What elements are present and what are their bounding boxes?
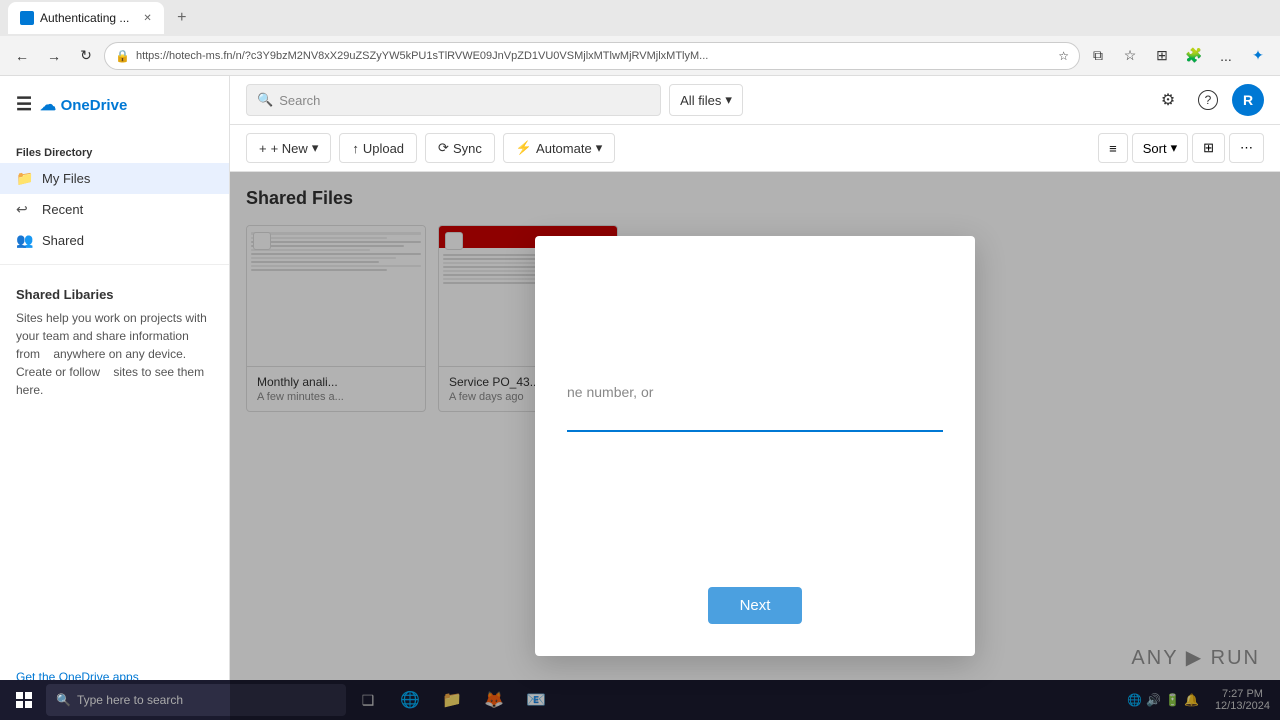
active-tab[interactable]: Authenticating ... ✕ — [8, 2, 164, 34]
avatar[interactable]: R — [1232, 84, 1264, 116]
windows-icon — [16, 692, 32, 708]
more-icon: ⋯ — [1240, 140, 1253, 156]
sidebar-item-myfiles[interactable]: 📁 My Files — [0, 163, 229, 194]
grid-view-button[interactable]: ⊞ — [1192, 133, 1225, 163]
files-area: Shared Files — [230, 172, 1280, 720]
tab-favicon — [20, 11, 34, 25]
modal-input-row — [567, 408, 943, 432]
search-box[interactable]: 🔍 Search — [246, 84, 661, 116]
sort-button[interactable]: Sort ▾ — [1132, 133, 1188, 163]
modal-overlay: ne number, or Next — [230, 172, 1280, 720]
grid-icon: ⊞ — [1203, 140, 1214, 156]
upload-icon: ↑ — [352, 141, 359, 156]
app-container: ☰ ☁ OneDrive Files Directory 📁 My Files … — [0, 76, 1280, 720]
taskbar-search-icon: 🔍 — [56, 693, 71, 707]
tab-bar: Authenticating ... ✕ + — [0, 0, 1280, 36]
myfiles-icon: 📁 — [16, 170, 32, 187]
sidebar-header: ☰ ☁ OneDrive — [0, 86, 229, 123]
hamburger-menu-button[interactable]: ☰ — [16, 94, 32, 115]
automate-icon: ⚡ — [516, 140, 532, 156]
help-button[interactable]: ? — [1192, 84, 1224, 116]
sidebar-item-recent[interactable]: ↩ Recent — [0, 194, 229, 225]
refresh-button[interactable]: ↻ — [72, 42, 100, 70]
upload-button[interactable]: ↑ Upload — [339, 133, 417, 163]
search-icon: 🔍 — [257, 92, 273, 108]
shared-libs-title: Shared Libaries — [16, 285, 213, 305]
taskbar-search-placeholder: Type here to search — [77, 693, 183, 707]
onedrive-logo: ☁ OneDrive — [40, 95, 127, 115]
start-button[interactable] — [4, 684, 44, 716]
all-files-button[interactable]: All files ▾ — [669, 84, 743, 116]
tab-close-button[interactable]: ✕ — [143, 13, 151, 24]
search-area — [0, 123, 229, 139]
recent-icon: ↩ — [16, 201, 32, 218]
forward-button[interactable]: → — [40, 42, 68, 70]
modal-next-button[interactable]: Next — [708, 587, 803, 624]
main-content: 🔍 Search All files ▾ ⚙ ? R + + New ▾ ↑ — [230, 76, 1280, 720]
modal-dialog: ne number, or Next — [535, 236, 975, 656]
nav-icons: ⧉ ☆ ⊞ 🧩 ... ✦ — [1084, 42, 1272, 70]
copilot-button[interactable]: ✦ — [1244, 42, 1272, 70]
modal-hint-text: ne number, or — [567, 384, 943, 400]
back-button[interactable]: ← — [8, 42, 36, 70]
automate-button[interactable]: ⚡ Automate ▾ — [503, 133, 615, 163]
modal-body: ne number, or — [567, 268, 943, 571]
shared-libraries-section: Shared Libaries Sites help you work on p… — [0, 273, 229, 411]
url-text: https://hotech-ms.fn/n/?c3Y9bzM2NV8xX29u… — [136, 50, 1052, 62]
shared-libs-desc: Sites help you work on projects with you… — [16, 309, 213, 399]
sidebar-item-shared[interactable]: 👥 Shared — [0, 225, 229, 256]
nav-bar: ← → ↻ 🔒 https://hotech-ms.fn/n/?c3Y9bzM2… — [0, 36, 1280, 76]
modal-input-field[interactable] — [567, 408, 943, 426]
search-placeholder: Search — [279, 93, 320, 108]
sync-button[interactable]: ⟳ Sync — [425, 133, 495, 163]
settings-button[interactable]: ⚙ — [1152, 84, 1184, 116]
new-tab-button[interactable]: + — [168, 4, 196, 32]
browser-settings-button[interactable]: ... — [1212, 42, 1240, 70]
lock-icon: 🔒 — [115, 49, 130, 63]
sync-icon: ⟳ — [438, 140, 449, 156]
sidebar-shared-label: Shared — [42, 233, 84, 248]
sort-area: ≡ Sort ▾ ⊞ ⋯ — [1098, 133, 1264, 163]
star-icon: ☆ — [1058, 49, 1069, 63]
collections-button[interactable]: ⊞ — [1148, 42, 1176, 70]
favorites-button[interactable]: ☆ — [1116, 42, 1144, 70]
more-button[interactable]: ⋯ — [1229, 133, 1264, 163]
filter-button[interactable]: ≡ — [1098, 133, 1128, 163]
sidebar-divider — [0, 264, 229, 265]
action-bar: + + New ▾ ↑ Upload ⟳ Sync ⚡ Automate ▾ ≡ — [230, 125, 1280, 172]
new-icon: + — [259, 141, 267, 156]
shared-icon: 👥 — [16, 232, 32, 249]
files-directory-label: Files Directory — [0, 139, 229, 163]
sidebar: ☰ ☁ OneDrive Files Directory 📁 My Files … — [0, 76, 230, 720]
address-bar[interactable]: 🔒 https://hotech-ms.fn/n/?c3Y9bzM2NV8xX2… — [104, 42, 1080, 70]
new-button[interactable]: + + New ▾ — [246, 133, 331, 163]
top-toolbar: 🔍 Search All files ▾ ⚙ ? R — [230, 76, 1280, 125]
split-button[interactable]: ⧉ — [1084, 42, 1112, 70]
tab-title: Authenticating ... — [40, 11, 129, 25]
extensions-button[interactable]: 🧩 — [1180, 42, 1208, 70]
modal-footer: Next — [567, 587, 943, 624]
filter-icon: ≡ — [1109, 141, 1117, 156]
sidebar-recent-label: Recent — [42, 202, 83, 217]
sidebar-myfiles-label: My Files — [42, 171, 90, 186]
